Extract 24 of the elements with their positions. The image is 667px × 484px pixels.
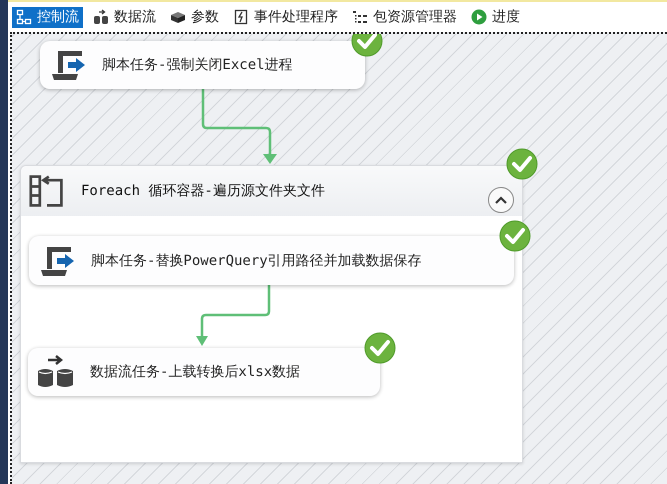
cube-icon	[170, 9, 186, 25]
designer-tab[interactable]: 控制流	[12, 6, 83, 28]
database-arrow-icon	[36, 354, 76, 390]
designer-tab[interactable]: 事件处理程序	[229, 6, 342, 28]
foreach-container[interactable]: Foreach 循环容器-遍历源文件夹文件 脚本任务-替换PowerQuery引用路径并加载数据保存 数据流任务-上载转换后xlsx数据	[20, 165, 523, 463]
collapse-button[interactable]	[488, 187, 514, 213]
designer-tab[interactable]: 数据流	[89, 6, 160, 28]
loop-container-icon	[29, 174, 65, 208]
chevron-icon	[495, 196, 507, 204]
task-label: 脚本任务-强制关闭Excel进程	[102, 56, 293, 74]
lightning-document-icon	[233, 9, 249, 25]
task-label: 脚本任务-替换PowerQuery引用路径并加载数据保存	[91, 252, 422, 270]
play-icon	[471, 9, 487, 25]
flowchart-icon	[16, 9, 32, 25]
designer-tab[interactable]: 进度	[467, 6, 524, 28]
designer-tab[interactable]: 包资源管理器	[348, 6, 461, 28]
designer-tab[interactable]: 参数	[166, 6, 223, 28]
data-flow-task-node[interactable]: 数据流任务-上载转换后xlsx数据	[28, 348, 380, 396]
list-tree-icon	[352, 9, 368, 25]
task-label: 数据流任务-上载转换后xlsx数据	[90, 363, 300, 381]
script-task-node[interactable]: 脚本任务-替换PowerQuery引用路径并加载数据保存	[29, 236, 514, 285]
database-arrow-icon	[93, 9, 109, 25]
script-task-node[interactable]: 脚本任务-强制关闭Excel进程	[40, 41, 365, 89]
container-label: Foreach 循环容器-遍历源文件夹文件	[81, 182, 325, 200]
